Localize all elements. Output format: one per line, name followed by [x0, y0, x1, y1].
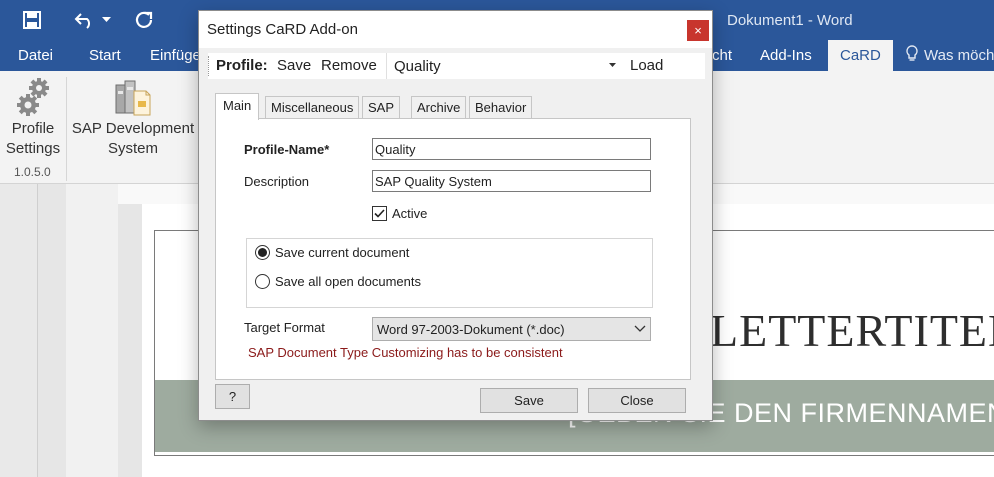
tab-start[interactable]: Start [89, 40, 121, 71]
lightbulb-icon [906, 45, 918, 66]
undo-dropdown-icon[interactable] [98, 8, 114, 32]
toolbar-grip [208, 56, 211, 76]
profile-name-field[interactable]: Quality [372, 138, 651, 160]
sap-system-button[interactable]: SAP Development System [70, 77, 196, 159]
profile-load-button[interactable]: Load [630, 57, 663, 74]
gears-icon [4, 77, 62, 119]
profile-save-button[interactable]: Save [277, 57, 311, 74]
tab-add-ins[interactable]: Add-Ins [760, 40, 812, 71]
tell-me-text: Was möch [924, 47, 994, 64]
chevron-down-icon [609, 61, 616, 70]
save-current-radio[interactable]: Save current document [255, 245, 409, 260]
sap-system-label-1: SAP Development [71, 120, 195, 137]
active-checkbox[interactable]: Active [372, 206, 427, 221]
document-title: Dokument1 - Word [727, 12, 853, 29]
settings-dialog: Settings CaRD Add-on × Profile: Save Rem… [198, 10, 713, 421]
main-tab-panel: Profile-Name* Quality Description SAP Qu… [215, 118, 691, 380]
radio-unselected-icon [255, 274, 270, 289]
close-button[interactable]: Close [588, 388, 686, 413]
tab-file[interactable]: Datei [18, 40, 53, 71]
consistency-warning: SAP Document Type Customizing has to be … [248, 345, 563, 360]
save-all-radio[interactable]: Save all open documents [255, 274, 421, 289]
profile-remove-button[interactable]: Remove [321, 57, 377, 74]
save-current-label: Save current document [275, 245, 410, 260]
tab-sap[interactable]: SAP [362, 96, 401, 119]
undo-icon[interactable] [72, 8, 98, 32]
tab-main[interactable]: Main [215, 93, 260, 120]
books-icon [70, 77, 196, 119]
save-all-label: Save all open documents [275, 274, 421, 289]
target-format-value: Word 97-2003-Dokument (*.doc) [377, 322, 565, 337]
dialog-titlebar: Settings CaRD Add-on × [199, 11, 712, 48]
radio-selected-icon [255, 245, 270, 260]
close-icon[interactable]: × [687, 20, 709, 41]
profile-settings-label-1: Profile [11, 120, 55, 137]
help-button[interactable]: ? [215, 384, 250, 409]
tab-review[interactable]: cht [712, 40, 732, 71]
sap-system-label-2: System [107, 140, 158, 157]
target-format-select[interactable]: Word 97-2003-Dokument (*.doc) [372, 317, 651, 341]
checkmark-icon [372, 206, 387, 221]
tab-card[interactable]: CaRD [828, 40, 893, 71]
profile-settings-button[interactable]: Profile Settings [4, 77, 62, 159]
tab-insert[interactable]: Einfüge [150, 40, 201, 71]
description-label: Description [244, 174, 310, 189]
tab-archive[interactable]: Archive [411, 96, 467, 119]
dialog-title: Settings CaRD Add-on [207, 21, 358, 38]
profile-select-value: Quality [394, 58, 441, 75]
tab-miscellaneous[interactable]: Miscellaneous [265, 96, 360, 119]
description-field[interactable]: SAP Quality System [372, 170, 651, 192]
profile-select[interactable]: Quality [386, 53, 622, 79]
page-margin [66, 184, 118, 477]
chevron-down-icon [634, 321, 646, 338]
version-label: 1.0.5.0 [14, 165, 51, 179]
profile-toolbar: Profile: Save Remove Quality Load [208, 53, 705, 79]
tab-behavior[interactable]: Behavior [469, 96, 533, 119]
target-format-label: Target Format [244, 320, 325, 335]
profile-label: Profile: [216, 57, 268, 74]
navigation-strip [0, 184, 38, 477]
letter-title[interactable]: LETTERTITEL [710, 304, 994, 357]
active-label: Active [392, 206, 428, 221]
save-icon[interactable] [18, 8, 46, 32]
profile-name-label: Profile-Name* [244, 142, 330, 157]
save-options-group: Save current document Save all open docu… [246, 238, 653, 308]
ribbon-separator [66, 77, 67, 181]
tell-me-box[interactable]: Was möch [906, 40, 994, 71]
redo-icon[interactable] [130, 8, 158, 32]
profile-settings-label-2: Settings [5, 140, 61, 157]
save-button[interactable]: Save [480, 388, 578, 413]
